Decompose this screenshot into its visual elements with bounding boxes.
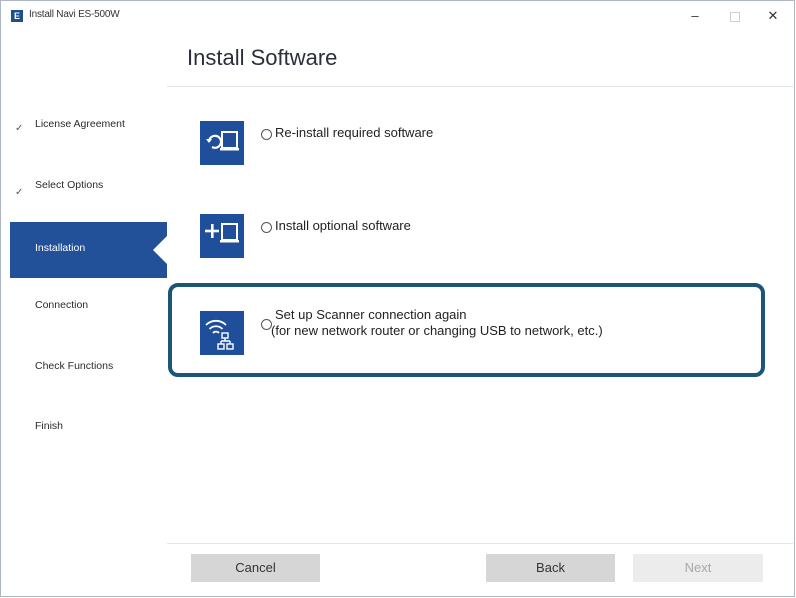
back-button[interactable]: Back [486, 554, 615, 582]
step-label: Connection [35, 299, 89, 311]
steps-sidebar: ✓ License Agreement ✓ Select Options Ins… [10, 31, 167, 543]
step-label: Check Functions [35, 360, 114, 372]
add-software-icon [200, 214, 244, 258]
app-icon: E [11, 10, 23, 22]
network-connection-icon [200, 311, 244, 355]
step-select-options: ✓ Select Options [10, 157, 167, 213]
maximize-button [717, 5, 753, 27]
step-installation: Installation [10, 222, 167, 278]
install-optional-radio[interactable] [261, 222, 272, 233]
step-label: Select Options [35, 179, 104, 191]
option-install-optional[interactable]: Install optional software [186, 214, 746, 274]
close-button[interactable]: ✕ [755, 5, 791, 27]
check-icon: ✓ [15, 187, 24, 198]
option-reinstall[interactable]: Re-install required software [186, 121, 746, 181]
step-finish: Finish [10, 409, 167, 465]
step-license-agreement: ✓ License Agreement [10, 97, 167, 153]
option-sublabel: (for new network router or changing USB … [271, 323, 603, 338]
reinstall-icon [200, 121, 244, 165]
step-label: License Agreement [35, 118, 125, 130]
option-label: Install optional software [275, 218, 411, 233]
page-title: Install Software [187, 45, 338, 70]
minimize-button[interactable]: – [677, 5, 713, 27]
cancel-button[interactable]: Cancel [191, 554, 320, 582]
footer-divider [167, 543, 793, 544]
step-label: Finish [35, 420, 64, 432]
option-label: Set up Scanner connection again [275, 307, 467, 322]
title-bar: E Install Navi ES-500W – ✕ [1, 1, 794, 31]
maximize-icon [730, 12, 740, 22]
step-label: Installation [35, 242, 86, 254]
step-check-functions: Check Functions [10, 349, 167, 405]
title-divider [167, 86, 793, 87]
option-setup-connection[interactable]: Set up Scanner connection again (for new… [186, 307, 746, 371]
installer-window: E Install Navi ES-500W – ✕ ✓ License Agr… [0, 0, 795, 597]
check-icon: ✓ [15, 123, 24, 134]
window-title: Install Navi ES-500W [29, 9, 120, 20]
option-label: Re-install required software [275, 125, 434, 140]
next-button: Next [633, 554, 763, 582]
reinstall-radio[interactable] [261, 129, 272, 140]
step-connection: Connection [10, 289, 167, 345]
